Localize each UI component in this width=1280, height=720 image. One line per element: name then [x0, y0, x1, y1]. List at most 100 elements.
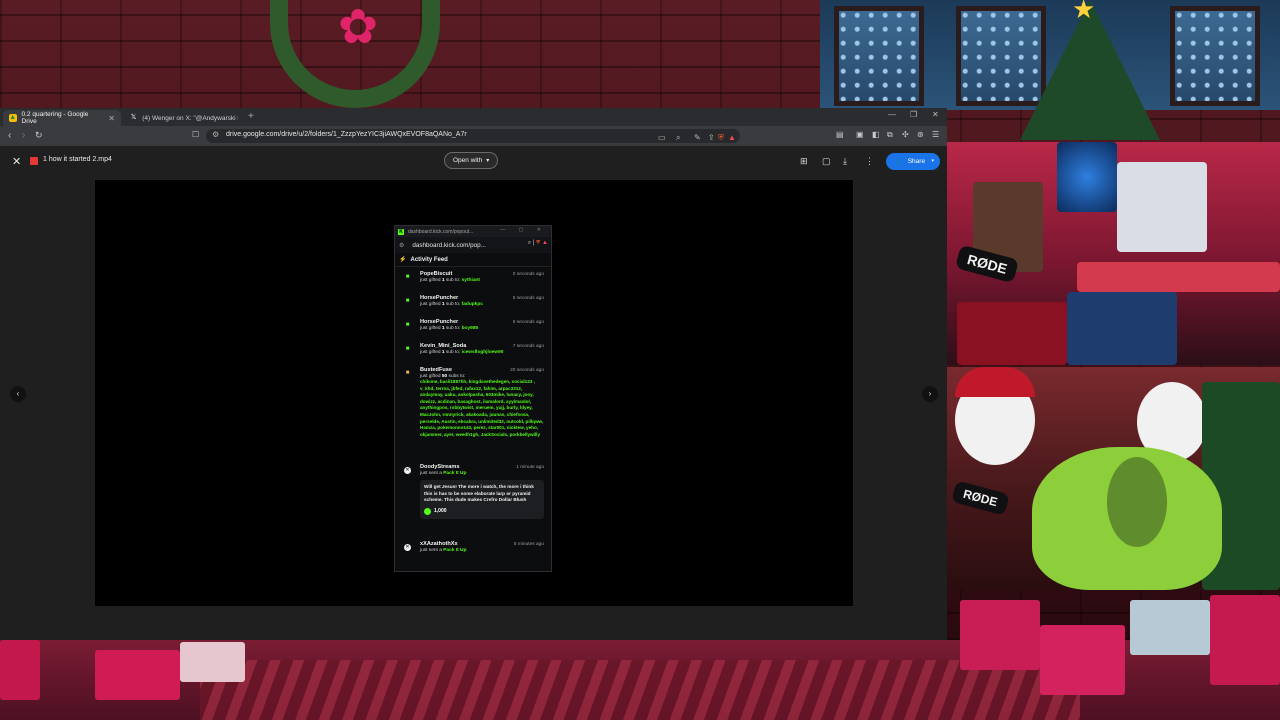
timestamp: 6 seconds ago — [512, 320, 544, 325]
edit-icon[interactable]: ✎ — [694, 133, 701, 142]
address-url: drive.google.com/drive/u/2/folders/1_Zzz… — [226, 131, 467, 138]
tab-google-drive[interactable]: ▲ 0.2 quartering - Google Drive ✕ — [3, 110, 121, 126]
bookmark-icon[interactable]: ☐ — [192, 130, 199, 139]
keyboard — [1077, 262, 1280, 292]
close-tab-icon[interactable]: ✕ — [108, 114, 115, 123]
kick-popout-titlebar: K dashboard.kick.com/popout... — ▢ ✕ — [395, 226, 551, 237]
webcam-studio: RØDE — [947, 142, 1280, 365]
share-button[interactable]: 👤 Share ▾ — [886, 153, 940, 170]
open-with-button[interactable]: Open with ▾ — [444, 152, 499, 169]
kicks-icon: ✕ — [404, 544, 411, 551]
tab-label: (4) Wenger on X: "@Andywarski http — [142, 114, 238, 122]
download-icon[interactable]: ⤓ — [843, 156, 847, 167]
popout-window-controls[interactable]: — ▢ ✕ — [500, 227, 547, 233]
extensions-icon[interactable]: ⧉ — [887, 130, 893, 140]
gift-line: just gifted 1 sub to: fadupkpc — [420, 302, 483, 307]
gift-icon: ■ — [405, 274, 410, 280]
window-frame — [1117, 162, 1207, 252]
kicks-amount: 1,000 — [424, 507, 540, 515]
vpn-icon[interactable]: ⊛ — [917, 130, 924, 139]
timestamp: 5 seconds ago — [512, 296, 544, 301]
puzzle-icon[interactable]: ✣ — [902, 130, 909, 139]
drive-video-viewer: ✕ 1 how it started 2.mp4 Open with ▾ ⊞ ▢… — [0, 146, 947, 640]
sent-line: just sent a Pack It Up — [420, 548, 467, 553]
next-file-icon[interactable]: › — [922, 386, 938, 402]
reading-list-icon[interactable]: ◧ — [872, 130, 880, 139]
gift-icon: ■ — [405, 322, 410, 328]
kick-address-bar: ⚙ dashboard.kick.com/pop... ⌕ | ⛨ ▲ — [395, 237, 551, 253]
list-item: ■ HorsePuncher 6 seconds ago just gifted… — [400, 319, 546, 343]
tab-x-post[interactable]: 𝕏 (4) Wenger on X: "@Andywarski http — [124, 110, 244, 126]
list-item: ■ Kevin_Mini_Soda 7 seconds ago just gif… — [400, 343, 546, 367]
comment-icon[interactable]: ▢ — [822, 156, 831, 167]
gift-icon: ■ — [405, 298, 410, 304]
kick-logo-icon: K — [398, 228, 404, 235]
kick-titlebar-url: dashboard.kick.com/popout... — [408, 228, 474, 235]
menu-icon[interactable]: ☰ — [932, 130, 939, 139]
video-player[interactable]: K dashboard.kick.com/popout... — ▢ ✕ ⚙ d… — [95, 180, 853, 606]
message-text: Will get Jesus! The more i watch, the mo… — [424, 484, 534, 502]
wallet-icon[interactable]: ▣ — [856, 130, 864, 139]
blue-tree — [1057, 142, 1117, 212]
timestamp: 20 seconds ago — [510, 368, 544, 373]
restore-icon[interactable]: ❐ — [910, 110, 917, 119]
kicks-icon: ✕ — [404, 467, 411, 474]
open-with-label: Open with — [453, 157, 483, 164]
gift-box — [180, 642, 245, 682]
message-box: Will get Jesus! The more i watch, the mo… — [420, 480, 544, 519]
timestamp: 1 minute ago — [516, 465, 544, 470]
new-tab-icon[interactable]: + — [248, 111, 254, 122]
zoom-icon[interactable]: ⌕ — [676, 133, 680, 143]
viewer-header: ✕ 1 how it started 2.mp4 Open with ▾ ⊞ ▢… — [0, 146, 947, 176]
activity-feed-list: ■ PopeBiscuit 0 seconds ago just gifted … — [395, 271, 551, 563]
share-person-icon: 👤 — [894, 158, 903, 166]
gift-icon: ■ — [405, 346, 410, 352]
lightning-icon: ⚡ — [399, 257, 407, 263]
close-viewer-icon[interactable]: ✕ — [12, 155, 21, 168]
minimize-icon[interactable]: — — [888, 110, 896, 119]
santa-hat — [955, 367, 1035, 397]
reload-icon[interactable]: ↻ — [35, 130, 43, 141]
share-label: Share — [907, 158, 926, 165]
forward-icon[interactable]: › — [22, 130, 25, 141]
gift-box — [1210, 595, 1280, 685]
tree-star-icon: ★ — [1072, 0, 1096, 24]
gift-line: just gifted 1 sub to: boy985 — [420, 326, 479, 331]
previous-file-icon[interactable]: ‹ — [10, 386, 26, 402]
share-page-icon[interactable]: ⇪ — [708, 133, 715, 142]
chevron-down-icon: ▾ — [931, 158, 934, 164]
brave-shield-icon[interactable]: ⛨ — [718, 133, 724, 143]
activity-feed-header: ⚡ Activity Feed — [395, 253, 551, 267]
gift-box — [1130, 600, 1210, 655]
stream-scene: ✿ ★ ▲ 0.2 quartering - Google Drive ✕ 𝕏 … — [0, 0, 1280, 720]
back-icon[interactable]: ‹ — [8, 130, 11, 141]
popout-address-icons: ⌕ | ⛨ ▲ — [527, 240, 548, 246]
gift-bundle-icon: ■ — [405, 370, 410, 376]
grinch-face — [1107, 457, 1167, 547]
list-item: ✕ xXAzathothXx 5 minutes ago just sent a… — [400, 541, 546, 563]
browser-toolbar: ‹ › ↻ ☐ ⚙ drive.google.com/drive/u/2/fol… — [0, 126, 947, 146]
close-window-icon[interactable]: ✕ — [932, 110, 939, 119]
x-logo-icon: 𝕏 — [130, 114, 137, 121]
window-pane — [834, 6, 924, 106]
file-name: 1 how it started 2.mp4 — [43, 156, 112, 163]
brave-rewards-icon[interactable]: ▲ — [728, 133, 736, 142]
kicks-amount-value: 1,000 — [434, 508, 447, 514]
rode-mic: RØDE — [951, 480, 1010, 516]
add-to-folder-icon[interactable]: ⊞ — [800, 156, 808, 167]
more-options-icon[interactable]: ⋮ — [865, 156, 874, 167]
activity-feed-title: Activity Feed — [410, 256, 448, 263]
cast-icon[interactable]: ▭ — [658, 133, 666, 142]
list-item: ■ PopeBiscuit 0 seconds ago just gifted … — [400, 271, 546, 295]
chevron-down-icon: ▾ — [486, 158, 490, 164]
address-bar[interactable]: ⚙ drive.google.com/drive/u/2/folders/1_Z… — [206, 129, 740, 143]
gift-box — [1040, 625, 1125, 695]
gift-box — [95, 650, 180, 700]
coin-icon — [424, 507, 431, 515]
site-info-icon[interactable]: ⚙ — [212, 130, 219, 139]
google-drive-icon: ▲ — [9, 114, 17, 122]
sidebar-icon[interactable]: ▤ — [836, 130, 844, 139]
gift-box — [960, 600, 1040, 670]
wreath-bow-icon: ✿ — [337, 1, 379, 54]
list-item: ✕ DoodyStreams 1 minute ago just sent a … — [400, 464, 546, 541]
